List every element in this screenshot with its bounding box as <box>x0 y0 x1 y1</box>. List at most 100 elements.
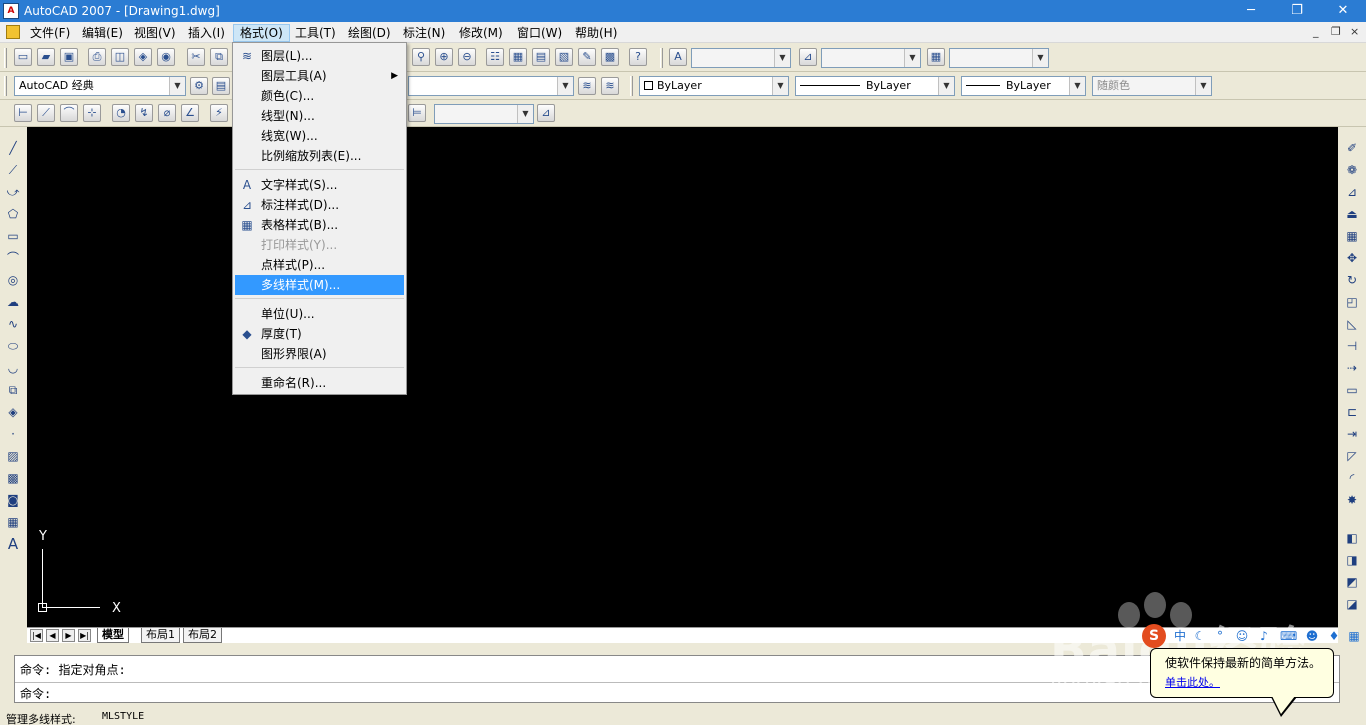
previous-tab-button[interactable]: ◀ <box>46 629 59 642</box>
angular-icon[interactable]: ∠ <box>181 104 199 122</box>
linear-dim-icon[interactable]: ⊢ <box>14 104 32 122</box>
stretch-icon[interactable]: ◺ <box>1343 315 1361 333</box>
menu-item-layer-tools[interactable]: 图层工具(A) ▶ <box>235 66 404 86</box>
extend-icon[interactable]: ⇢ <box>1343 359 1361 377</box>
ime-mode-indicator[interactable]: 中 <box>1172 628 1188 644</box>
open-icon[interactable]: ▰ <box>37 48 55 66</box>
menu-edit[interactable]: 编辑(E) <box>76 24 129 42</box>
multiline-text-icon[interactable]: A <box>4 535 22 553</box>
linetype-select[interactable]: ByLayer ▼ <box>795 76 955 96</box>
design-center-icon[interactable]: ▦ <box>509 48 527 66</box>
erase-icon[interactable]: ✐ <box>1343 139 1361 157</box>
zoom-window-icon[interactable]: ⊕ <box>435 48 453 66</box>
radius-icon[interactable]: ◔ <box>112 104 130 122</box>
new-icon[interactable]: ▭ <box>14 48 32 66</box>
fillet-icon[interactable]: ◜ <box>1343 469 1361 487</box>
toolbox-icon[interactable]: ▦ <box>1346 628 1362 644</box>
user-icon[interactable]: ☻ <box>1304 628 1320 644</box>
menu-item-linetype[interactable]: 线型(N)... <box>235 106 404 126</box>
command-prompt[interactable]: 命令: <box>20 685 51 702</box>
menu-item-dim-style[interactable]: ⊿ 标注样式(D)... <box>235 195 404 215</box>
table-icon[interactable]: ▦ <box>4 513 22 531</box>
explode-icon[interactable]: ✸ <box>1343 491 1361 509</box>
point-icon[interactable]: · <box>4 425 22 443</box>
autocad-app-icon[interactable]: A <box>3 3 19 19</box>
menu-file[interactable]: 文件(F) <box>24 24 76 42</box>
layer-manager-icon[interactable]: ▤ <box>212 77 230 95</box>
dimension-style-icon[interactable]: ⊿ <box>537 104 555 122</box>
break-at-point-icon[interactable]: ▭ <box>1343 381 1361 399</box>
menu-dimension[interactable]: 标注(N) <box>397 24 451 42</box>
minimize-button[interactable]: ─ <box>1228 0 1274 22</box>
offset-icon[interactable]: ⏏ <box>1343 205 1361 223</box>
arc-length-icon[interactable]: ⌒ <box>60 104 78 122</box>
first-tab-button[interactable]: |◀ <box>30 629 43 642</box>
mdi-minimize-button[interactable]: _ <box>1313 25 1319 38</box>
workspace-settings-icon[interactable]: ⚙ <box>190 77 208 95</box>
layer-previous-icon[interactable]: ≋ <box>601 77 619 95</box>
circle-icon[interactable]: ◎ <box>4 271 22 289</box>
voice-icon[interactable]: ♪ <box>1256 628 1272 644</box>
color-select[interactable]: ByLayer ▼ <box>639 76 789 96</box>
emoji-icon[interactable]: ☺ <box>1234 628 1250 644</box>
rectangle-icon[interactable]: ▭ <box>4 227 22 245</box>
menu-item-text-style[interactable]: A 文字样式(S)... <box>235 175 404 195</box>
menu-item-color[interactable]: 颜色(C)... <box>235 86 404 106</box>
balloon-link[interactable]: 单击此处。 <box>1165 674 1220 690</box>
workspace-select[interactable]: AutoCAD 经典 ▼ <box>14 76 186 96</box>
menu-modify[interactable]: 修改(M) <box>453 24 509 42</box>
draw-order-front-icon[interactable]: ◧ <box>1343 529 1361 547</box>
menu-item-multiline-style[interactable]: 多线样式(M)... <box>235 275 404 295</box>
move-icon[interactable]: ✥ <box>1343 249 1361 267</box>
command-window[interactable]: 命令: 指定对角点: 命令: <box>14 655 1340 703</box>
ellipse-icon[interactable]: ⬭ <box>4 337 22 355</box>
punctuation-icon[interactable]: ° <box>1212 628 1228 644</box>
quick-dim-icon[interactable]: ⚡ <box>210 104 228 122</box>
tab-layout2[interactable]: 布局2 <box>183 628 222 643</box>
toolbar-grip[interactable] <box>4 48 7 68</box>
gradient-icon[interactable]: ▩ <box>4 469 22 487</box>
toolbar-grip[interactable] <box>660 48 663 68</box>
last-tab-button[interactable]: ▶| <box>78 629 91 642</box>
menu-view[interactable]: 视图(V) <box>128 24 182 42</box>
toolbar-grip[interactable] <box>630 76 633 96</box>
trim-icon[interactable]: ⊣ <box>1343 337 1361 355</box>
menu-item-thickness[interactable]: ◆ 厚度(T) <box>235 324 404 344</box>
skin-icon[interactable]: ♦ <box>1326 628 1342 644</box>
layer-select[interactable]: ▼ <box>408 76 574 96</box>
copy-icon[interactable]: ⧉ <box>210 48 228 66</box>
menu-help[interactable]: 帮助(H) <box>569 24 623 42</box>
plotstyle-select[interactable]: 随颜色 ▼ <box>1092 76 1212 96</box>
text-style-icon[interactable]: A <box>669 48 687 66</box>
draw-order-back-icon[interactable]: ◨ <box>1343 551 1361 569</box>
next-tab-button[interactable]: ▶ <box>62 629 75 642</box>
aligned-dim-icon[interactable]: ⟋ <box>37 104 55 122</box>
menu-item-drawing-limits[interactable]: 图形界限(A) <box>235 344 404 364</box>
hatch-icon[interactable]: ▨ <box>4 447 22 465</box>
mirror-icon[interactable]: ⊿ <box>1343 183 1361 201</box>
make-block-icon[interactable]: ◈ <box>4 403 22 421</box>
tool-palettes-icon[interactable]: ▤ <box>532 48 550 66</box>
line-icon[interactable]: ╱ <box>4 139 22 157</box>
3d-dwf-icon[interactable]: ◉ <box>157 48 175 66</box>
table-style-select[interactable]: ▼ <box>949 48 1049 68</box>
zoom-realtime-icon[interactable]: ⚲ <box>412 48 430 66</box>
cut-icon[interactable]: ✂ <box>187 48 205 66</box>
menu-item-point-style[interactable]: 点样式(P)... <box>235 255 404 275</box>
sheet-set-icon[interactable]: ▧ <box>555 48 573 66</box>
spline-icon[interactable]: ∿ <box>4 315 22 333</box>
calculator-icon[interactable]: ▩ <box>601 48 619 66</box>
menu-window[interactable]: 窗口(W) <box>511 24 568 42</box>
table-style-icon[interactable]: ▦ <box>927 48 945 66</box>
tab-model[interactable]: 模型 <box>97 628 129 643</box>
sogou-logo-icon[interactable]: S <box>1142 624 1166 648</box>
scale-icon[interactable]: ◰ <box>1343 293 1361 311</box>
help-icon[interactable]: ? <box>629 48 647 66</box>
tab-layout1[interactable]: 布局1 <box>141 628 180 643</box>
dim-style-icon[interactable]: ⊿ <box>799 48 817 66</box>
bring-above-icon[interactable]: ◩ <box>1343 573 1361 591</box>
menu-format[interactable]: 格式(O) <box>233 24 290 42</box>
dim-update-icon[interactable]: ⊨ <box>408 104 426 122</box>
keyboard-icon[interactable]: ⌨ <box>1280 628 1297 644</box>
toolbar-grip[interactable] <box>4 76 7 96</box>
